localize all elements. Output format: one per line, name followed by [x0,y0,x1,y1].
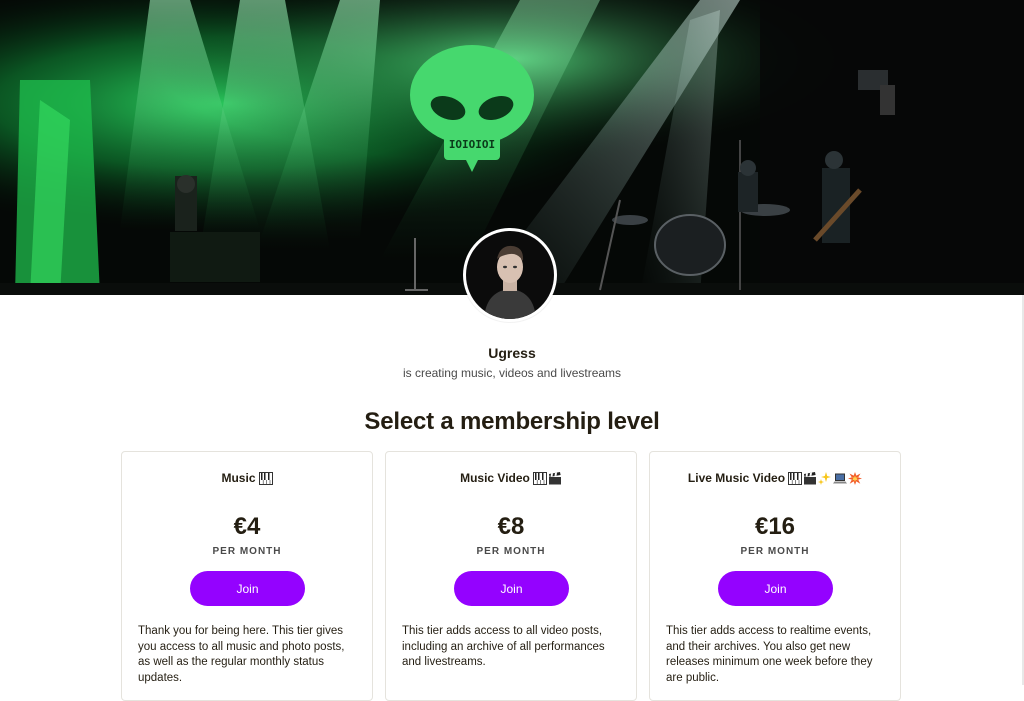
collision-icon [848,471,863,485]
piano-keys-icon [532,471,547,485]
creator-name: Ugress [488,345,536,361]
tier-period: PER MONTH [476,546,546,557]
tier-title: Music [122,471,372,485]
laptop-icon [833,472,848,485]
tier-title: Live Music Video [650,471,900,485]
tier-card-music-video: Music Video €8 PER MONTH Join This tier … [385,451,637,701]
creator-avatar[interactable] [463,228,557,322]
clapper-board-icon [803,471,817,485]
clapper-board-icon [548,471,562,485]
sparkles-icon [818,471,832,485]
page-title: Select a membership level [364,408,660,435]
creator-tagline: is creating music, videos and livestream… [402,366,622,380]
piano-keys-icon [258,471,273,485]
tier-title: Music Video [386,471,636,485]
tier-period: PER MONTH [740,546,810,557]
tier-description: This tier adds access to all video posts… [402,625,605,668]
tier-description: Thank you for being here. This tier give… [138,625,345,684]
tier-price: €4 [233,513,261,540]
piano-keys-icon [788,471,803,485]
join-button[interactable]: Join [190,571,305,606]
avatar-photo [466,231,554,319]
tier-price: €8 [497,513,525,540]
join-button[interactable]: Join [454,571,569,606]
tier-title-text: Music Video [460,471,530,485]
tier-description: This tier adds access to realtime events… [666,625,873,684]
tier-title-text: Live Music Video [687,471,786,485]
svg-text:IOIOIOI: IOIOIOI [449,138,495,151]
join-button[interactable]: Join [718,571,833,606]
tier-title-text: Music [221,471,256,485]
tier-card-live-music-video: Live Music Video €16 PER MONTH Join This… [649,451,901,701]
tier-card-music: Music €4 PER MONTH Join Thank you for be… [121,451,373,701]
tier-period: PER MONTH [212,546,282,557]
tier-price: €16 [754,513,796,540]
